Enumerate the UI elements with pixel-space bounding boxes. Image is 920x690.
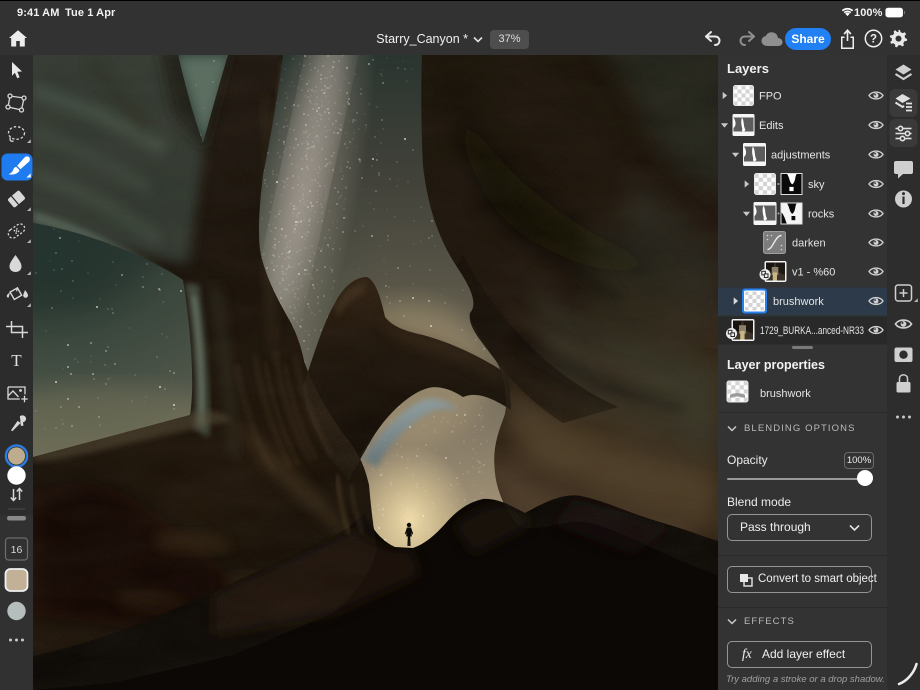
svg-text:16: 16 bbox=[11, 544, 23, 556]
svg-text:darken: darken bbox=[792, 238, 826, 250]
svg-text:rocks: rocks bbox=[808, 209, 835, 221]
svg-text:brushwork: brushwork bbox=[773, 296, 824, 308]
svg-text:v1 - %60: v1 - %60 bbox=[792, 267, 835, 279]
svg-text:T: T bbox=[11, 351, 22, 370]
svg-text:FPO: FPO bbox=[759, 91, 782, 103]
svg-text:Edits: Edits bbox=[759, 120, 784, 132]
svg-text:1729_BURKA...anced-NR33: 1729_BURKA...anced-NR33 bbox=[760, 325, 864, 337]
svg-text:?: ? bbox=[870, 34, 877, 46]
svg-text:sky: sky bbox=[808, 179, 825, 191]
svg-text:adjustments: adjustments bbox=[771, 150, 831, 162]
